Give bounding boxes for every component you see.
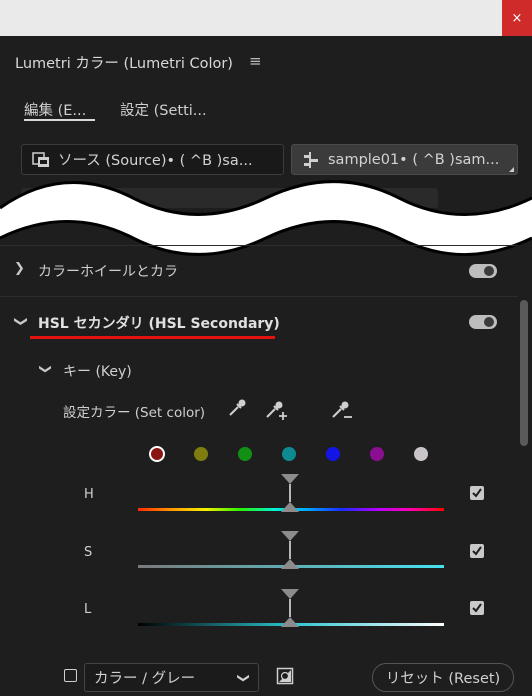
color-wheels-toggle[interactable]	[469, 264, 497, 278]
mask-mode-dropdown[interactable]: カラー / グレー ❯	[84, 663, 259, 692]
section-divider	[0, 296, 518, 297]
color-swatch[interactable]	[282, 447, 296, 461]
section-divider	[0, 245, 518, 246]
dropdown-corner-icon	[509, 167, 514, 172]
panel-title: Lumetri カラー (Lumetri Color)	[15, 56, 233, 72]
channel-h-label: H	[84, 487, 94, 502]
section-color-wheels-label[interactable]: カラーホイールとカラ	[38, 261, 178, 281]
color-swatch[interactable]	[238, 447, 252, 461]
chevron-down-icon[interactable]: ❯	[13, 316, 28, 327]
invert-mask-icon[interactable]	[276, 667, 294, 689]
chevron-down-icon: ❯	[236, 672, 251, 683]
close-button[interactable]: ×	[502, 0, 532, 36]
set-color-label: 設定カラー (Set color)	[63, 405, 206, 421]
reset-button[interactable]: リセット (Reset)	[372, 663, 514, 692]
h-range-marker[interactable]	[281, 474, 299, 512]
eyedropper-add-icon[interactable]	[264, 398, 288, 424]
window-titlebar	[0, 0, 532, 36]
sequence-icon	[300, 151, 322, 169]
highlight-underline	[30, 336, 275, 339]
cropped-region-wave	[0, 180, 532, 256]
hsl-secondary-toggle[interactable]	[469, 315, 497, 329]
tab-settings[interactable]: 設定 (Setti...	[120, 99, 207, 120]
color-swatch[interactable]	[194, 447, 208, 461]
scrollbar-thumb[interactable]	[520, 300, 528, 446]
color-swatch[interactable]	[151, 448, 163, 460]
sequence-clip-selector[interactable]: sample01• ( ^B )sam...	[291, 144, 518, 175]
channel-s-label: S	[84, 545, 93, 560]
eyedropper-icon[interactable]	[227, 398, 247, 422]
active-tab-indicator	[24, 119, 95, 121]
l-range-marker[interactable]	[281, 589, 299, 627]
tab-edit[interactable]: 編集 (E...	[24, 99, 86, 120]
show-mask-checkbox[interactable]	[64, 669, 77, 682]
channel-s-checkbox[interactable]	[470, 544, 484, 558]
channel-l-checkbox[interactable]	[470, 601, 484, 615]
mask-mode-value: カラー / グレー	[94, 671, 196, 687]
source-clip-selector[interactable]: ソース (Source)• ( ^B )sa...	[21, 144, 284, 175]
sequence-clip-label: sample01• ( ^B )sam...	[328, 151, 500, 168]
channel-h-checkbox[interactable]	[470, 486, 484, 500]
s-range-marker[interactable]	[281, 531, 299, 569]
color-swatch[interactable]	[370, 447, 384, 461]
hamburger-menu-icon[interactable]: ≡	[249, 52, 262, 70]
chevron-right-icon[interactable]: ❯	[14, 261, 25, 276]
clip-icon	[30, 151, 52, 168]
chevron-down-icon[interactable]: ❯	[39, 364, 53, 374]
key-section-label[interactable]: キー (Key)	[63, 361, 132, 381]
eyedropper-subtract-icon[interactable]	[330, 398, 354, 424]
color-swatch[interactable]	[326, 447, 340, 461]
color-swatch[interactable]	[414, 447, 428, 461]
channel-l-label: L	[84, 602, 92, 617]
source-clip-label: ソース (Source)• ( ^B )sa...	[58, 153, 253, 169]
section-hsl-secondary-label[interactable]: HSL セカンダリ (HSL Secondary)	[38, 313, 280, 333]
